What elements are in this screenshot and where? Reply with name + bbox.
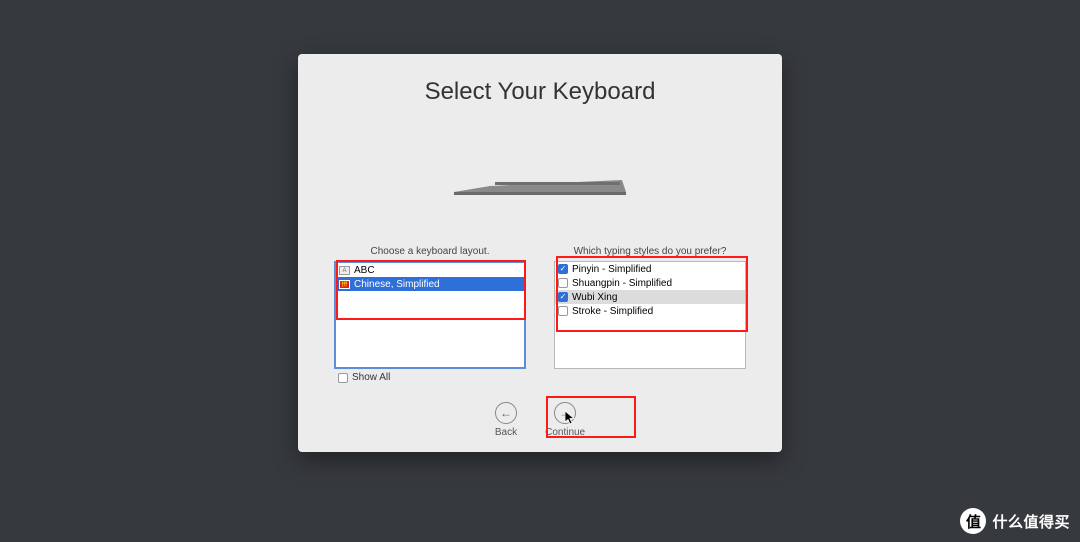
back-button[interactable]: Back xyxy=(495,402,517,438)
keyboard-illustration-icon xyxy=(450,174,630,196)
page-title: Select Your Keyboard xyxy=(298,78,782,106)
layout-flag-icon: A xyxy=(339,266,350,275)
typing-style-label: Which typing styles do you prefer? xyxy=(554,246,746,257)
setup-window: Select Your Keyboard Choose a keyboard l… xyxy=(298,54,782,452)
style-checkbox[interactable] xyxy=(558,264,568,274)
style-row-label: Stroke - Simplified xyxy=(572,306,653,317)
continue-label: Continue xyxy=(545,427,585,438)
watermark-text: 什么值得买 xyxy=(992,511,1070,532)
back-label: Back xyxy=(495,427,517,438)
keyboard-layout-label: Choose a keyboard layout. xyxy=(334,246,526,257)
style-checkbox[interactable] xyxy=(558,278,568,288)
style-row[interactable]: Shuangpin - Simplified xyxy=(555,276,745,290)
show-all-check-icon[interactable] xyxy=(338,373,348,383)
keyboard-layout-column: Choose a keyboard layout. A ABC 拼 Chinese, … xyxy=(334,246,526,369)
back-icon xyxy=(495,402,517,424)
show-all-label: Show All xyxy=(352,372,390,383)
typing-style-column: Which typing styles do you prefer? Pinyi… xyxy=(554,246,746,369)
layout-flag-icon: 拼 xyxy=(339,280,350,289)
watermark: 值 什么值得买 xyxy=(960,508,1070,534)
typing-style-list[interactable]: Pinyin - Simplified Shuangpin - Simplifie… xyxy=(554,261,746,369)
watermark-badge-icon: 值 xyxy=(960,508,986,534)
style-row-label: Shuangpin - Simplified xyxy=(572,278,672,289)
layout-row[interactable]: 拼 Chinese, Simplified xyxy=(336,277,524,291)
nav-buttons: Back Continue xyxy=(298,402,782,438)
continue-icon xyxy=(554,402,576,424)
show-all-checkbox[interactable]: Show All xyxy=(338,372,390,383)
style-checkbox[interactable] xyxy=(558,292,568,302)
style-row[interactable]: Wubi Xing xyxy=(555,290,745,304)
layout-row-label: Chinese, Simplified xyxy=(354,279,440,290)
keyboard-layout-list[interactable]: A ABC 拼 Chinese, Simplified xyxy=(334,261,526,369)
style-row-label: Wubi Xing xyxy=(572,292,617,303)
style-checkbox[interactable] xyxy=(558,306,568,316)
style-row-label: Pinyin - Simplified xyxy=(572,264,651,275)
style-row[interactable]: Pinyin - Simplified xyxy=(555,262,745,276)
layout-row-label: ABC xyxy=(354,265,375,276)
style-row[interactable]: Stroke - Simplified xyxy=(555,304,745,318)
layout-row[interactable]: A ABC xyxy=(336,263,524,277)
continue-button[interactable]: Continue xyxy=(545,402,585,438)
